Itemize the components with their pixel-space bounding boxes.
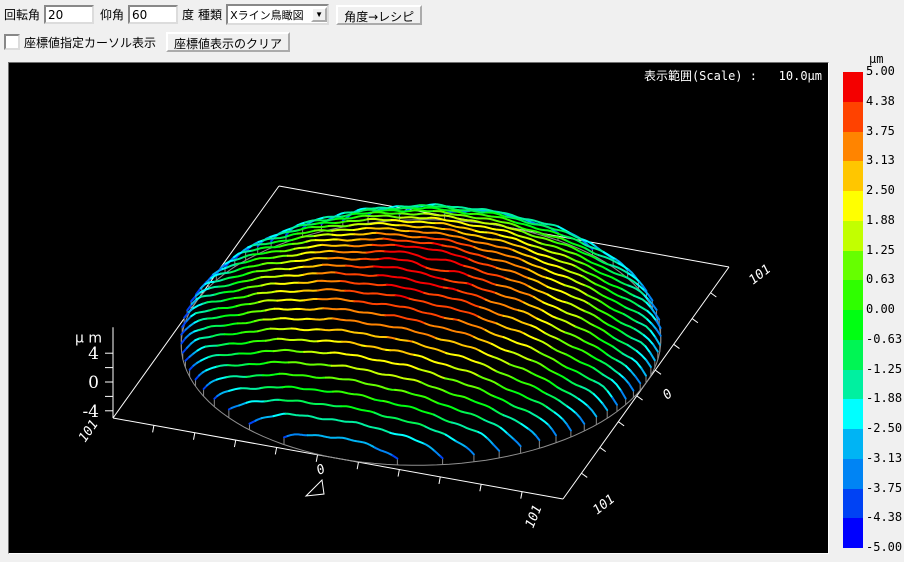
colorbar-tick-label: 0.63 bbox=[866, 272, 904, 286]
y-axis-label: 101 bbox=[590, 492, 618, 518]
colorbar-segment bbox=[843, 429, 863, 459]
colorbar-tick-label: -0.63 bbox=[866, 332, 904, 346]
colorbar-segment bbox=[843, 251, 863, 281]
colorbar-tick-label: 3.13 bbox=[866, 153, 904, 167]
colorbar-tick-label: -5.00 bbox=[866, 540, 904, 554]
rotation-angle-label: 回転角 bbox=[4, 6, 40, 23]
x-axis-label: 101 bbox=[523, 503, 546, 530]
colorbar-tick-label: -3.75 bbox=[866, 481, 904, 495]
colorbar-segment bbox=[843, 370, 863, 400]
svg-text:4: 4 bbox=[88, 344, 99, 364]
orientation-triangle-icon bbox=[306, 480, 324, 496]
elevation-angle-input[interactable] bbox=[128, 5, 178, 24]
colorbar-segment bbox=[843, 280, 863, 310]
colorbar-segment bbox=[843, 191, 863, 221]
colorbar-tick-label: 5.00 bbox=[866, 64, 904, 78]
colorbar-tick-label: 2.50 bbox=[866, 183, 904, 197]
colorbar-tick-label: 0.00 bbox=[866, 302, 904, 316]
y-axis-label: 0 bbox=[660, 386, 676, 403]
colorbar-segment bbox=[843, 161, 863, 191]
x-axis-label: 0 bbox=[314, 462, 328, 479]
clear-coordinate-display-button[interactable]: 座標値表示のクリア bbox=[166, 32, 290, 52]
colorbar-tick-label: -4.38 bbox=[866, 510, 904, 524]
rotation-angle-input[interactable] bbox=[44, 5, 94, 24]
z-axis-unit-label: μ m bbox=[75, 330, 102, 346]
colorbar-segment bbox=[843, 310, 863, 340]
y-axis-label: 101 bbox=[746, 262, 774, 288]
colorbar-tick-label: 4.38 bbox=[866, 94, 904, 108]
elevation-angle-label: 仰角 bbox=[100, 6, 124, 23]
colorbar bbox=[843, 72, 863, 548]
colorbar-segment bbox=[843, 102, 863, 132]
application-window: 回転角 仰角 度 種類 Xライン鳥瞰図 ▼ 角度→レシピ 座標値指定カーソル表示… bbox=[0, 0, 904, 562]
coordinate-cursor-label: 座標値指定カーソル表示 bbox=[24, 34, 156, 51]
colorbar-tick-label: 1.25 bbox=[866, 243, 904, 257]
colorbar-tick-label: 1.88 bbox=[866, 213, 904, 227]
type-label: 種類 bbox=[198, 6, 222, 23]
colorbar-tick-label: -3.13 bbox=[866, 451, 904, 465]
colorbar-segment bbox=[843, 340, 863, 370]
colorbar-tick-label: -2.50 bbox=[866, 421, 904, 435]
dropdown-arrow-icon[interactable]: ▼ bbox=[311, 7, 327, 22]
toolbar-row-1: 回転角 仰角 度 種類 Xライン鳥瞰図 ▼ 角度→レシピ bbox=[4, 4, 422, 25]
colorbar-segment bbox=[843, 489, 863, 519]
angle-to-recipe-button[interactable]: 角度→レシピ bbox=[336, 5, 422, 25]
wafer-surface-plot: 40-4μ m10101011010101 bbox=[9, 63, 828, 553]
colorbar-tick-label: -1.88 bbox=[866, 391, 904, 405]
colorbar-segment bbox=[843, 132, 863, 162]
svg-text:0: 0 bbox=[88, 373, 99, 393]
colorbar-segment bbox=[843, 221, 863, 251]
plot-type-value: Xライン鳥瞰図 bbox=[228, 7, 311, 23]
plot-type-dropdown[interactable]: Xライン鳥瞰図 ▼ bbox=[226, 4, 329, 25]
birdseye-plot-area: 表示範囲(Scale) : 10.0μm 40-4μ m101010110101… bbox=[8, 62, 829, 554]
colorbar-tick-label: 3.75 bbox=[866, 124, 904, 138]
colorbar-tick-label: -1.25 bbox=[866, 362, 904, 376]
colorbar-segment bbox=[843, 459, 863, 489]
degree-label: 度 bbox=[182, 6, 194, 23]
colorbar-segment bbox=[843, 72, 863, 102]
colorbar-segment bbox=[843, 518, 863, 548]
coordinate-cursor-checkbox[interactable] bbox=[4, 34, 20, 50]
colorbar-segment bbox=[843, 399, 863, 429]
toolbar-row-2: 座標値指定カーソル表示 座標値表示のクリア bbox=[4, 32, 290, 52]
